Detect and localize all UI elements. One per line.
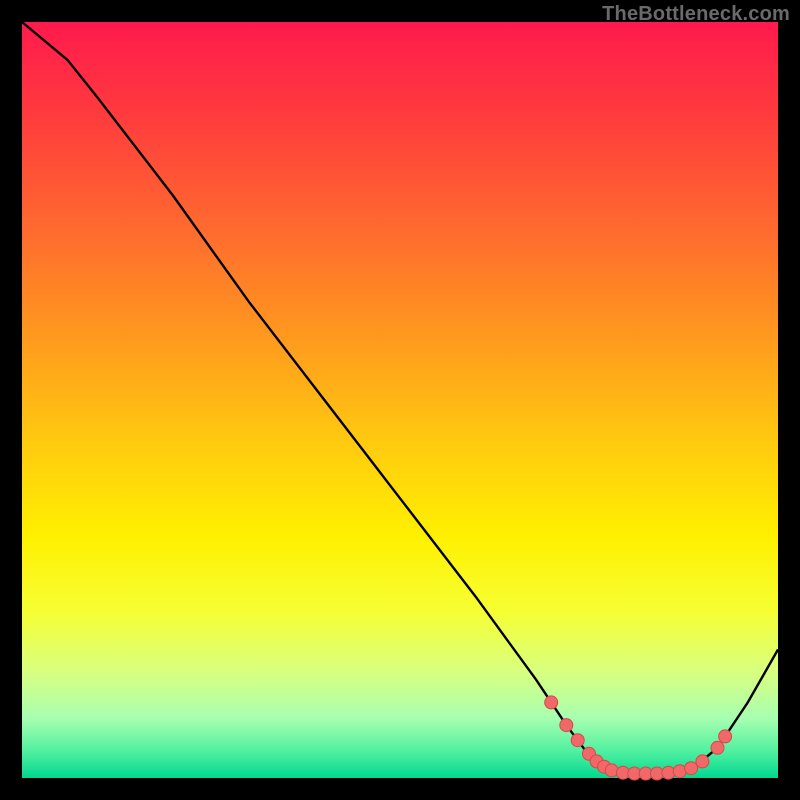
- marker-point: [545, 696, 558, 709]
- marker-point: [560, 719, 573, 732]
- marker-point: [605, 764, 618, 777]
- curve-markers: [545, 696, 732, 780]
- chart-stage: TheBottleneck.com: [0, 0, 800, 800]
- marker-point: [673, 765, 686, 778]
- curve-line: [22, 22, 778, 774]
- plot-area: [22, 22, 778, 778]
- marker-point: [719, 730, 732, 743]
- marker-point: [685, 762, 698, 775]
- marker-point: [696, 755, 709, 768]
- marker-point: [711, 741, 724, 754]
- curve-layer: [22, 22, 778, 778]
- marker-point: [571, 734, 584, 747]
